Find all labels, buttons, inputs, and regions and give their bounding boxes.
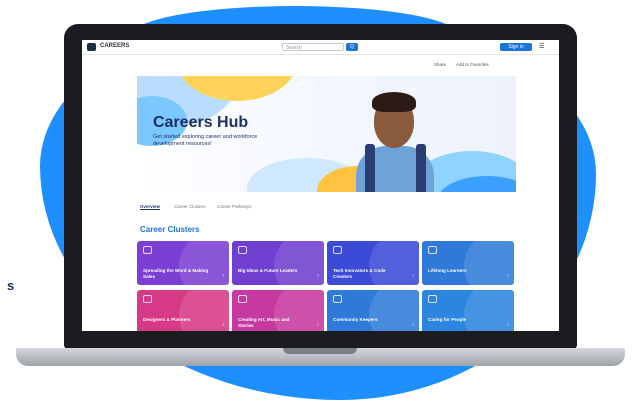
backpack-strap — [416, 144, 426, 192]
cluster-card-label: Lifelong Learners — [428, 268, 467, 273]
brand-label[interactable]: CAREERS — [100, 43, 129, 49]
cluster-card-label: Creating Art, Music and Stories — [238, 317, 290, 328]
cluster-card[interactable]: Lifelong Learners › — [422, 241, 514, 285]
cluster-card-label: Tech Innovators & Code Creators — [333, 268, 386, 279]
arrow-icon: › — [317, 322, 319, 328]
tab-overview[interactable]: Overview — [140, 204, 161, 210]
tab-career-pathways[interactable]: Career Pathways — [217, 204, 252, 209]
cluster-card-label: Designers & Planners — [143, 317, 191, 322]
signin-button[interactable]: Sign in — [500, 43, 532, 51]
cluster-card[interactable]: Big Ideas & Future Leaders › — [232, 241, 324, 285]
arrow-icon: › — [507, 322, 509, 328]
laptop-notch — [283, 348, 357, 354]
cluster-icon — [428, 295, 437, 303]
arrow-icon: › — [507, 273, 509, 279]
search-input[interactable]: Search — [282, 43, 344, 51]
cluster-icon — [333, 246, 342, 254]
edge-text: s — [7, 278, 15, 293]
arrow-icon: › — [317, 273, 319, 279]
cluster-card-label: Spreading the Word & Making Sales — [143, 268, 209, 279]
cluster-card-label: Caring for People — [428, 317, 467, 322]
cluster-icon — [143, 246, 152, 254]
hero-banner: Careers Hub Get started exploring career… — [137, 76, 516, 192]
student-hair — [372, 92, 416, 112]
logo-icon[interactable] — [87, 43, 96, 51]
cluster-card[interactable]: Spreading the Word & Making Sales › — [137, 241, 229, 285]
cluster-card[interactable]: Designers & Planners › — [137, 290, 229, 331]
section-title: Career Clusters — [140, 225, 200, 234]
backpack-strap — [365, 144, 375, 192]
hero-title: Careers Hub — [153, 114, 249, 131]
cluster-card[interactable]: Tech Innovators & Code Creators › — [327, 241, 419, 285]
top-navigation: CAREERS Search Q Sign in ☰ — [82, 40, 559, 55]
cluster-icon — [238, 295, 247, 303]
menu-icon[interactable]: ☰ — [539, 43, 544, 50]
cluster-card[interactable]: Creating Art, Music and Stories › — [232, 290, 324, 331]
favorite-link[interactable]: Add to Favorites — [456, 62, 489, 67]
arrow-icon: › — [222, 273, 224, 279]
cluster-card[interactable]: Caring for People › — [422, 290, 514, 331]
share-link[interactable]: Share — [434, 62, 446, 67]
cluster-card[interactable]: Community Keepers › — [327, 290, 419, 331]
hero-subtitle: Get started exploring career and workfor… — [153, 134, 258, 147]
arrow-icon: › — [222, 322, 224, 328]
cluster-icon — [143, 295, 152, 303]
cluster-card-label: Community Keepers — [333, 317, 378, 322]
tab-career-clusters[interactable]: Career Clusters — [174, 204, 206, 209]
cluster-card-label: Big Ideas & Future Leaders — [238, 268, 298, 273]
arrow-icon: › — [412, 322, 414, 328]
search-button[interactable]: Q — [346, 43, 358, 51]
cluster-icon — [333, 295, 342, 303]
cluster-icon — [428, 246, 437, 254]
arrow-icon: › — [412, 273, 414, 279]
cluster-icon — [238, 246, 247, 254]
laptop-screen: CAREERS Search Q Sign in ☰ Share Add to … — [82, 40, 559, 331]
